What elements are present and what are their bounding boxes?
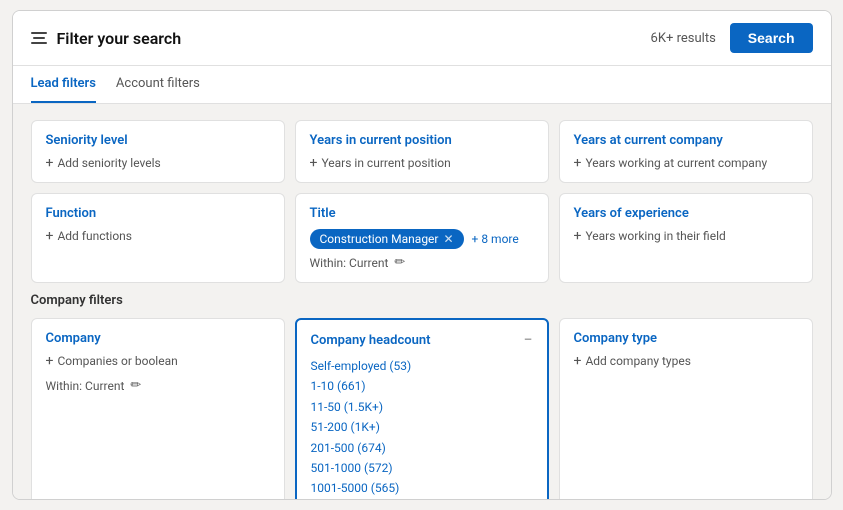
title-filter-card: Title Construction Manager ✕ + 8 more Wi… [295, 193, 549, 283]
add-years-position[interactable]: + Years in current position [310, 156, 534, 170]
more-link[interactable]: + 8 more [472, 232, 519, 246]
add-years-experience[interactable]: + Years working in their field [574, 229, 798, 243]
years-company-filter-card: Years at current company + Years working… [559, 120, 813, 183]
add-years-company[interactable]: + Years working at current company [574, 156, 798, 170]
headcount-title: Company headcount [311, 333, 431, 348]
content-area: Seniority level + Add seniority levels Y… [13, 104, 831, 499]
results-count: 6K+ results [651, 31, 716, 46]
plus-icon: + [46, 229, 54, 243]
plus-icon: + [310, 156, 318, 170]
years-experience-title: Years of experience [574, 206, 798, 221]
headcount-item-1001-5000[interactable]: 1001-5000 (565) [311, 478, 533, 498]
headcount-item-11-50[interactable]: 11-50 (1.5K+) [311, 397, 533, 417]
company-within-row: Within: Current ✏ [46, 378, 270, 393]
plus-icon: + [574, 156, 582, 170]
company-section-label: Company filters [31, 293, 813, 308]
title-tag-row: Construction Manager ✕ + 8 more [310, 229, 534, 249]
plus-icon: + [574, 229, 582, 243]
company-filter-card: Company + Companies or boolean Within: C… [31, 318, 285, 499]
company-edit-icon[interactable]: ✏ [130, 378, 141, 393]
function-title: Function [46, 206, 270, 221]
tab-lead-filters[interactable]: Lead filters [31, 66, 96, 103]
title-edit-icon[interactable]: ✏ [394, 255, 405, 270]
modal-header: Filter your search 6K+ results Search [13, 11, 831, 66]
search-button[interactable]: Search [730, 23, 813, 53]
add-seniority[interactable]: + Add seniority levels [46, 156, 270, 170]
headcount-filter-card: Company headcount − Self-employed (53) 1… [295, 318, 549, 499]
seniority-filter-card: Seniority level + Add seniority levels [31, 120, 285, 183]
tab-bar: Lead filters Account filters [13, 66, 831, 104]
title-within-row: Within: Current ✏ [310, 255, 534, 270]
tab-account-filters[interactable]: Account filters [116, 66, 200, 103]
years-position-filter-card: Years in current position + Years in cur… [295, 120, 549, 183]
company-title: Company [46, 331, 270, 346]
function-filter-card: Function + Add functions [31, 193, 285, 283]
headcount-list: Self-employed (53) 1-10 (661) 11-50 (1.5… [311, 356, 533, 499]
company-type-filter-card: Company type + Add company types [559, 318, 813, 499]
lead-filters-row2: Function + Add functions Title Construct… [31, 193, 813, 283]
construction-manager-tag[interactable]: Construction Manager ✕ [310, 229, 464, 249]
company-section: Company filters Company + Companies or b… [31, 293, 813, 499]
headcount-item-self-employed[interactable]: Self-employed (53) [311, 356, 533, 376]
add-company[interactable]: + Companies or boolean [46, 354, 270, 368]
header-left: Filter your search [31, 29, 182, 48]
modal-container: Filter your search 6K+ results Search Le… [12, 10, 832, 500]
years-experience-filter-card: Years of experience + Years working in t… [559, 193, 813, 283]
plus-icon: + [46, 156, 54, 170]
headcount-item-201-500[interactable]: 201-500 (674) [311, 438, 533, 458]
page-title: Filter your search [57, 29, 182, 48]
headcount-item-1-10[interactable]: 1-10 (661) [311, 376, 533, 396]
headcount-collapse-button[interactable]: − [523, 332, 532, 348]
title-card-title: Title [310, 206, 534, 221]
company-filters-grid: Company + Companies or boolean Within: C… [31, 318, 813, 499]
filter-icon[interactable] [31, 32, 47, 44]
lead-filters-row1: Seniority level + Add seniority levels Y… [31, 120, 813, 183]
seniority-title: Seniority level [46, 133, 270, 148]
add-company-type[interactable]: + Add company types [574, 354, 798, 368]
years-company-title: Years at current company [574, 133, 798, 148]
tag-remove-icon[interactable]: ✕ [443, 232, 453, 246]
header-right: 6K+ results Search [651, 23, 813, 53]
years-position-title: Years in current position [310, 133, 534, 148]
headcount-item-51-200[interactable]: 51-200 (1K+) [311, 417, 533, 437]
plus-icon: + [46, 354, 54, 368]
headcount-item-501-1000[interactable]: 501-1000 (572) [311, 458, 533, 478]
add-function[interactable]: + Add functions [46, 229, 270, 243]
company-type-title: Company type [574, 331, 798, 346]
plus-icon: + [574, 354, 582, 368]
headcount-header: Company headcount − [311, 332, 533, 348]
